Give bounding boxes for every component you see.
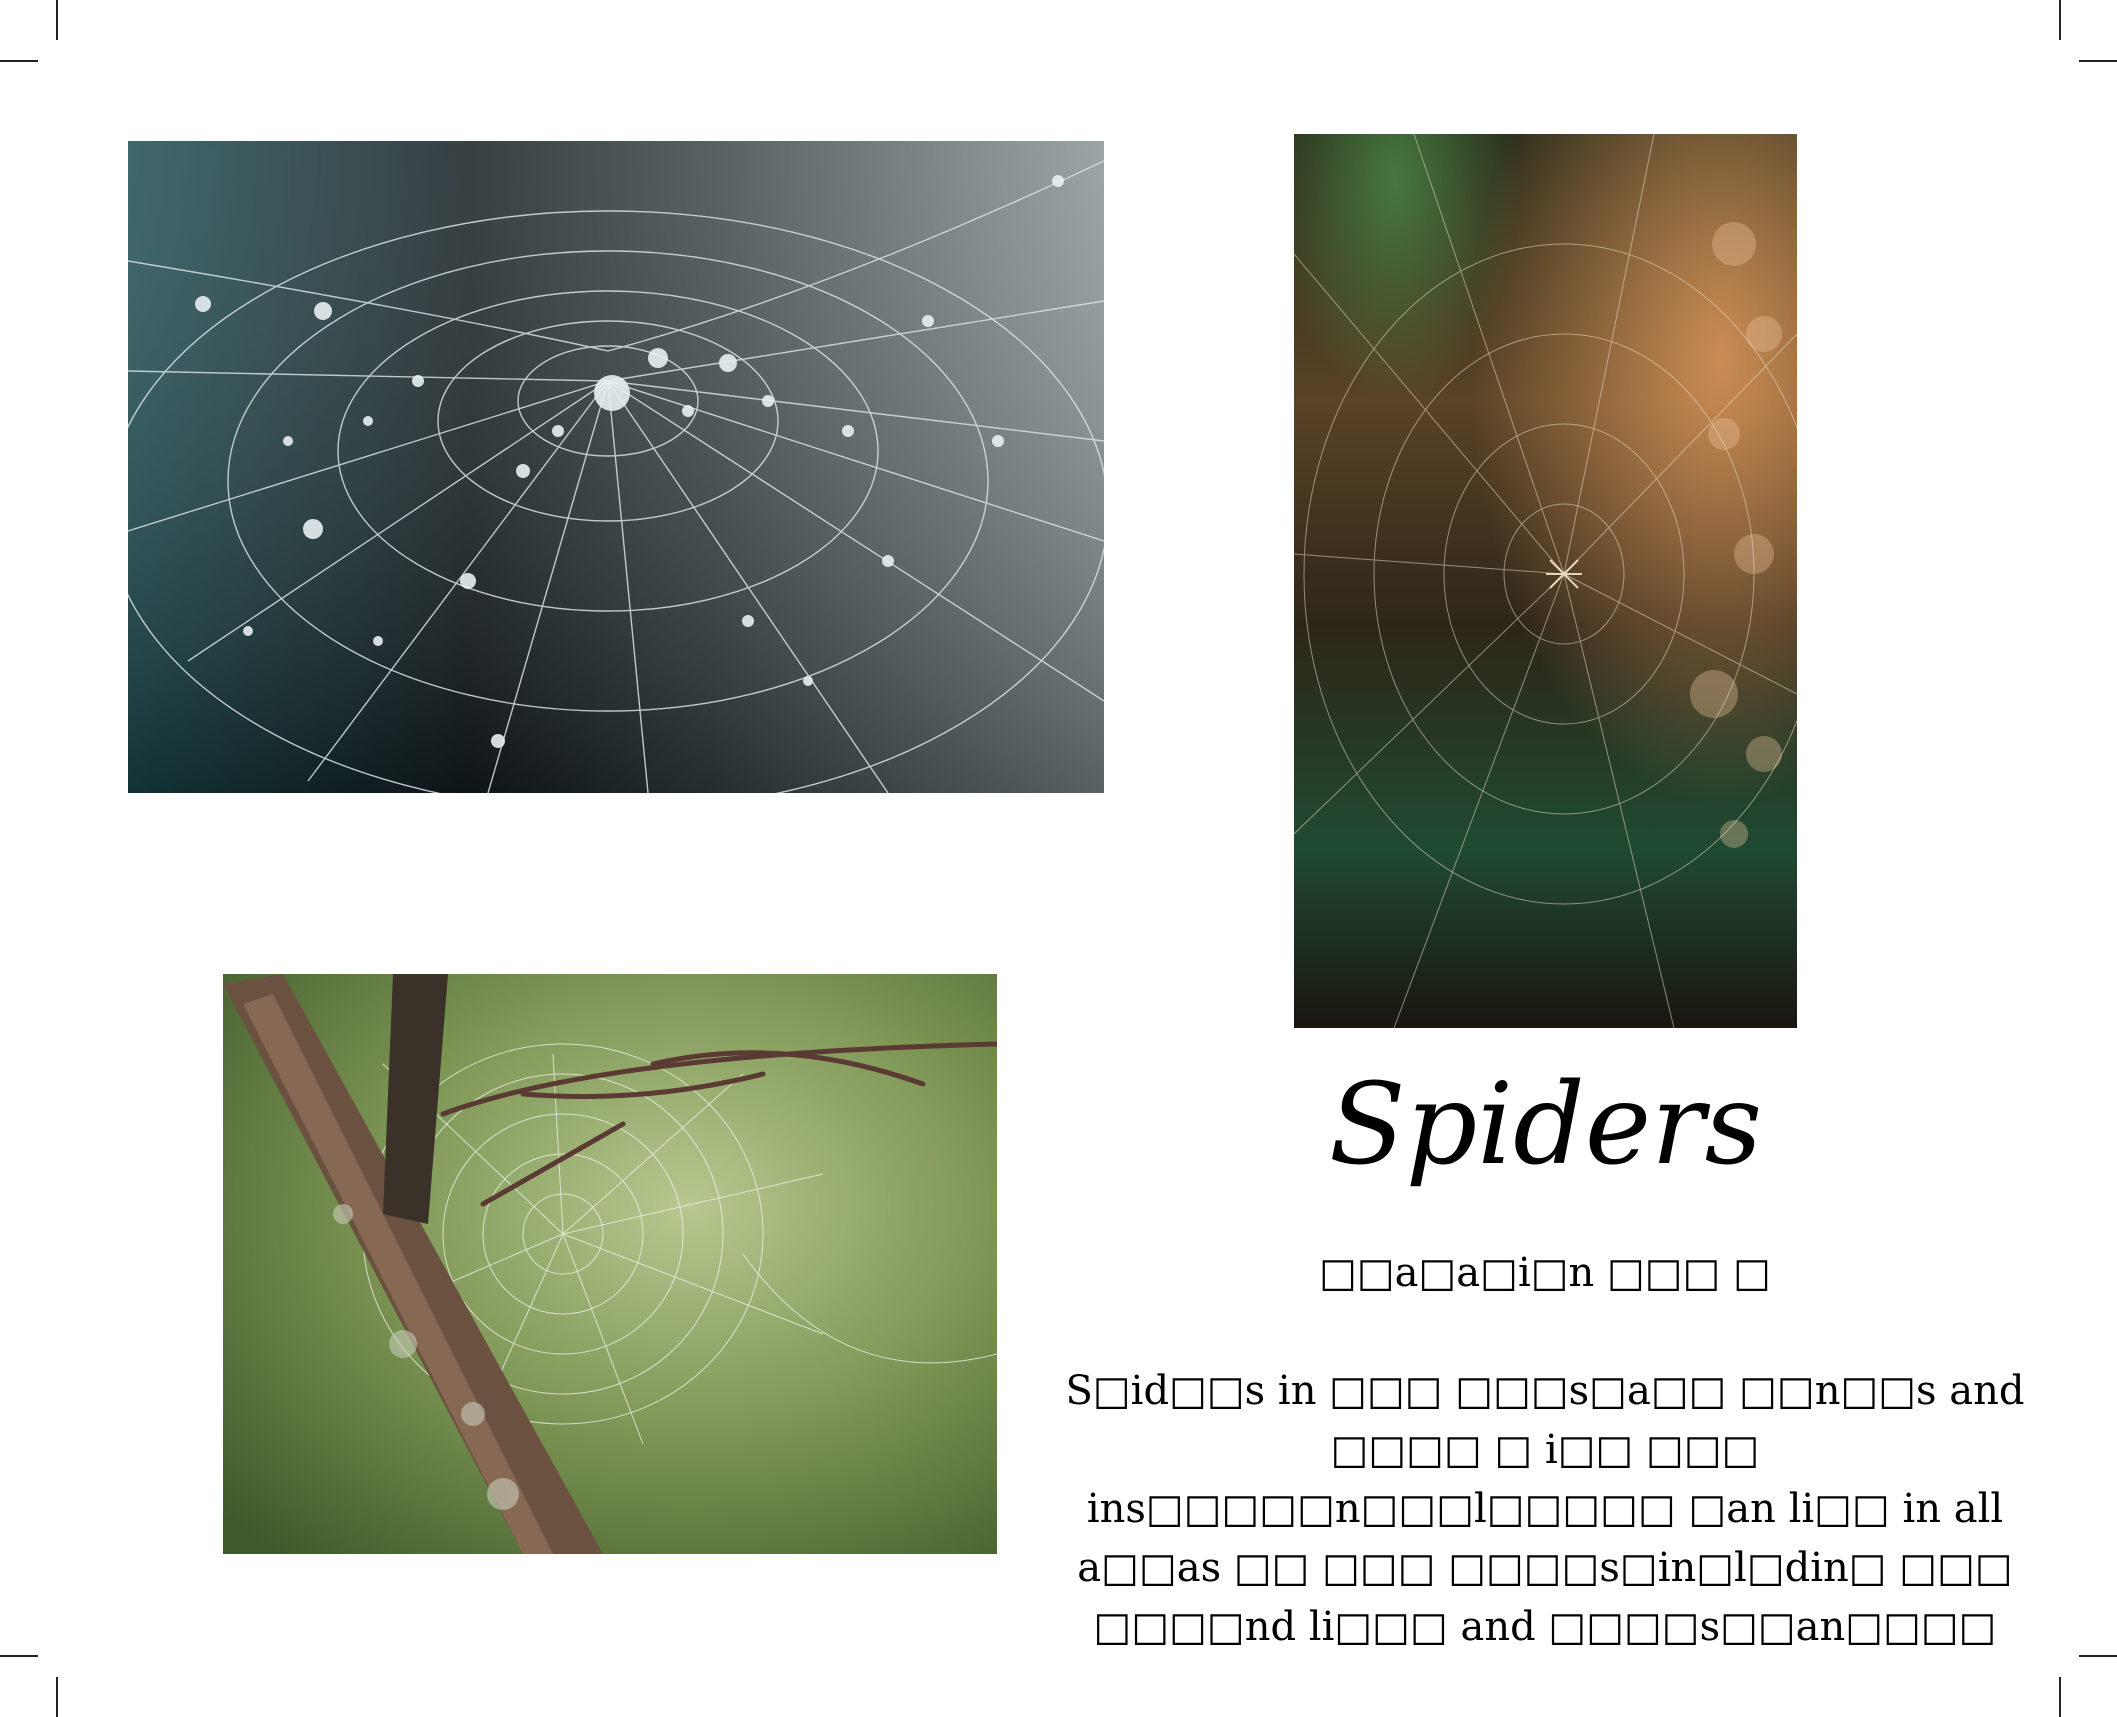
- page-subtitle: □□a□a□i□n □□□ □: [1319, 1250, 1771, 1296]
- crop-mark: [56, 0, 58, 40]
- forest-spider-web-photo: [1294, 134, 1797, 1028]
- crop-mark: [0, 60, 38, 62]
- crop-mark: [2059, 0, 2061, 40]
- crop-mark: [0, 1655, 38, 1657]
- body-paragraph: S□id□□s in □□□ □□□s□a□□ □□n□□s and □□□□ …: [1065, 1368, 2025, 1650]
- branch-spider-web-photo: [223, 974, 997, 1554]
- crop-mark: [2059, 1677, 2061, 1717]
- crop-mark: [2079, 60, 2117, 62]
- crop-mark: [56, 1677, 58, 1717]
- crop-mark: [2079, 1655, 2117, 1657]
- dewy-spider-web-photo: [128, 141, 1104, 793]
- page-title: Spiders: [1328, 1060, 1763, 1190]
